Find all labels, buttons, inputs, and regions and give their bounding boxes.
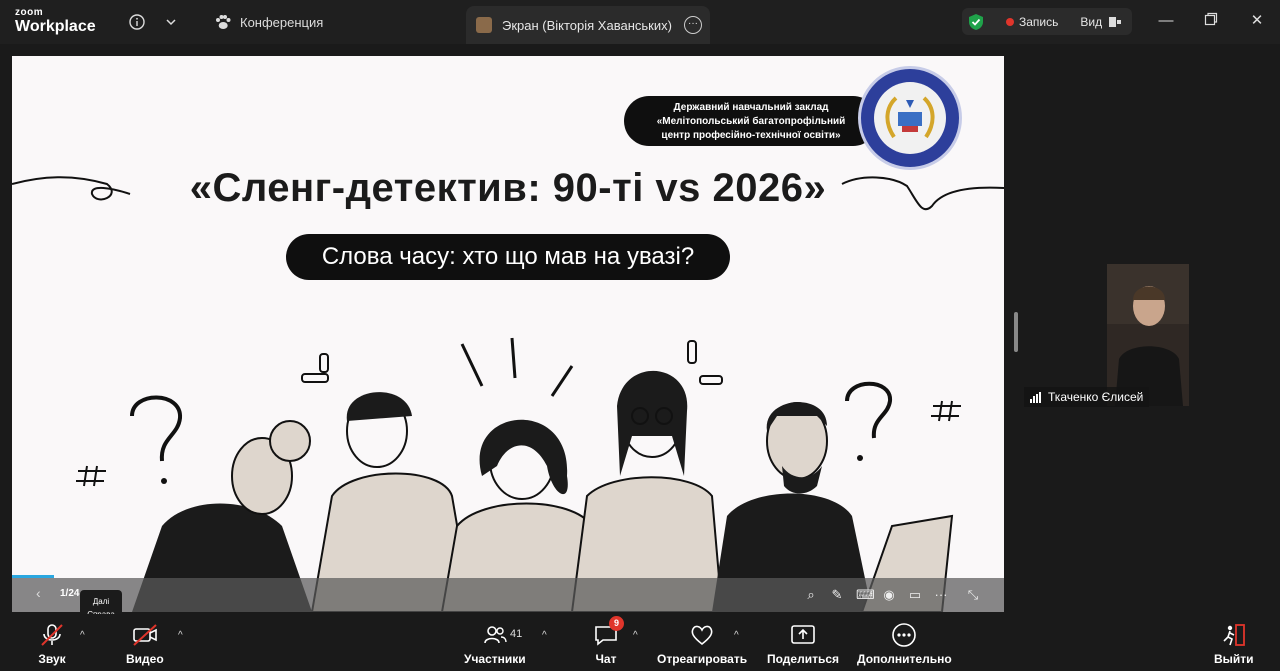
leave-icon	[1220, 622, 1248, 648]
org-line-2: «Мелітопольський багатопрофільний	[656, 116, 846, 127]
participant-video-tile[interactable]	[1107, 264, 1189, 406]
panel-resize-handle[interactable]	[1014, 312, 1018, 352]
record-label[interactable]: Запись	[1019, 15, 1058, 29]
zoom-icon[interactable]: ⌕	[804, 587, 818, 603]
signal-bars-icon	[1030, 391, 1041, 403]
video-label: Видео	[126, 652, 164, 666]
participants-icon	[481, 622, 509, 648]
share-screen-icon	[789, 622, 817, 648]
subtitles-icon[interactable]: ▭	[908, 587, 922, 603]
brand-top: zoom	[15, 7, 44, 18]
participants-label: Участники	[464, 652, 526, 666]
screen-tab-label: Экран (Вікторія Хаванських)	[502, 17, 672, 33]
audio-button[interactable]: Звук	[38, 622, 66, 666]
recording-view-group: Запись Вид	[962, 8, 1132, 35]
meeting-stage: Державний навчальний заклад «Мелітопольс…	[0, 44, 1280, 622]
shared-slide: Державний навчальний заклад «Мелітопольс…	[12, 56, 1004, 612]
info-icon[interactable]	[127, 12, 147, 32]
conference-label: Конференция	[240, 14, 324, 30]
participant-name: Ткаченко Єлисей	[1048, 390, 1144, 404]
leave-button[interactable]: Выйти	[1214, 622, 1254, 666]
screen-share-tab[interactable]: Экран (Вікторія Хаванських) ···	[466, 6, 710, 44]
close-icon[interactable]: ✕	[1248, 12, 1266, 30]
participants-count: 41	[510, 628, 523, 640]
institution-seal	[858, 66, 962, 170]
brand-bottom: Workplace	[15, 18, 96, 35]
seal-emblem	[874, 82, 946, 154]
chat-icon: 9	[592, 616, 624, 648]
share-label: Поделиться	[767, 652, 840, 666]
org-line-3: центр професійно-технічної освіти»	[661, 130, 841, 141]
audio-options-caret[interactable]: ^	[80, 630, 85, 641]
chat-options-caret[interactable]: ^	[633, 630, 638, 641]
more-tools-icon[interactable]: ···	[934, 587, 948, 603]
exit-fullscreen-icon[interactable]: ⤡	[966, 587, 980, 603]
participant-name-tag: Ткаченко Єлисей	[1024, 387, 1150, 407]
pen-icon[interactable]: ✎	[830, 587, 844, 603]
chat-label: Чат	[595, 652, 617, 666]
video-button[interactable]: Видео	[126, 622, 164, 666]
ellipsis-icon	[890, 622, 918, 648]
view-label[interactable]: Вид	[1080, 15, 1102, 29]
zoom-logo: zoom Workplace	[15, 8, 96, 35]
chat-button[interactable]: 9 Чат	[592, 616, 624, 666]
minimize-icon[interactable]: —	[1157, 12, 1175, 30]
page-indicator: 1/24	[60, 588, 80, 599]
broadcast-icon[interactable]: ◉	[882, 587, 896, 603]
security-shield-icon[interactable]	[968, 13, 984, 31]
chat-unread-badge: 9	[609, 616, 624, 631]
view-grid-icon[interactable]	[1108, 16, 1122, 28]
institution-label: Державний навчальний заклад «Мелітопольс…	[624, 96, 878, 146]
meeting-toolbar: Звук ^ Видео ^ Участники 41 ^ 9 Чат ^ От…	[0, 614, 1280, 671]
video-options-caret[interactable]: ^	[178, 630, 183, 641]
participant-video	[1107, 264, 1189, 406]
leave-label: Выйти	[1214, 652, 1254, 666]
audio-label: Звук	[38, 652, 66, 666]
presenter-avatar	[476, 17, 492, 33]
slide-subtitle: Слова часу: хто що мав на увазі?	[286, 234, 730, 280]
paw-icon	[216, 15, 231, 29]
prev-slide-icon[interactable]: ‹	[36, 585, 41, 601]
more-button[interactable]: Дополнительно	[857, 622, 952, 666]
more-options-icon[interactable]: ···	[684, 16, 702, 34]
title-bar: zoom Workplace Конференция Экран (Віктор…	[0, 0, 1280, 44]
react-button[interactable]: Отреагировать	[657, 622, 747, 666]
chevron-down-icon[interactable]	[161, 12, 181, 32]
keyboard-icon[interactable]: ⌨	[856, 587, 875, 603]
slide-tools: ⌕ ✎ ⌨ ◉ ▭ ··· ⤡	[804, 587, 980, 603]
participants-options-caret[interactable]: ^	[542, 630, 547, 641]
conference-tab[interactable]: Конференция	[214, 14, 323, 30]
tooltip-title: Далі	[92, 597, 110, 606]
record-dot-icon	[1006, 17, 1014, 26]
more-label: Дополнительно	[857, 652, 952, 666]
react-label: Отреагировать	[657, 652, 748, 666]
camera-off-icon	[131, 622, 159, 648]
react-options-caret[interactable]: ^	[734, 630, 739, 641]
heart-icon	[688, 622, 716, 648]
restore-icon[interactable]	[1202, 12, 1220, 30]
slide-title: «Сленг-детектив: 90-ті vs 2026»	[189, 166, 827, 210]
org-line-1: Державний навчальний заклад	[673, 102, 829, 113]
share-button[interactable]: Поделиться	[767, 622, 839, 666]
mic-muted-icon	[38, 622, 66, 648]
